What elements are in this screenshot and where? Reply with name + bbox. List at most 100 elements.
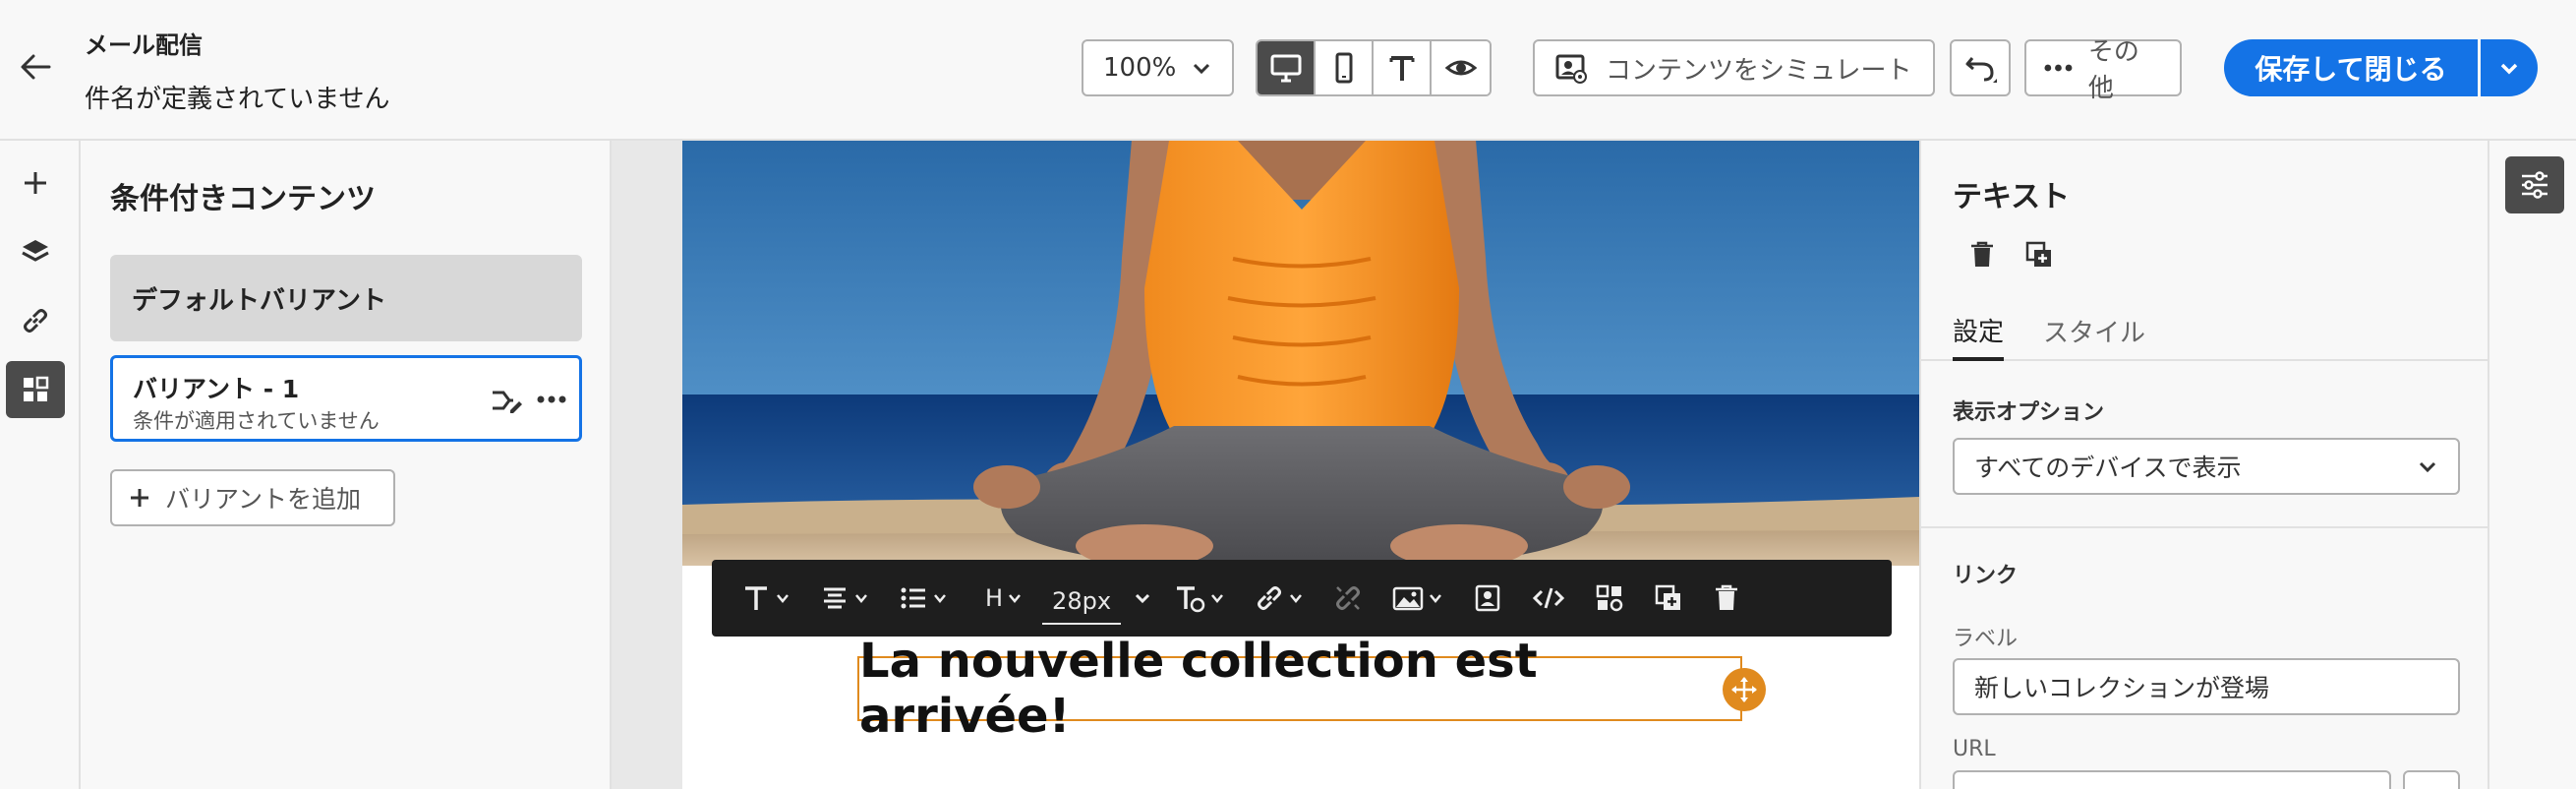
chevron-down-icon xyxy=(2419,461,2436,473)
chevron-down-icon xyxy=(1290,594,1302,603)
chevron-down-icon xyxy=(1135,593,1150,604)
tab-style[interactable]: スタイル xyxy=(2043,302,2145,359)
link-icon xyxy=(1258,586,1282,610)
fragments-icon xyxy=(24,376,49,401)
list-button[interactable] xyxy=(889,571,958,626)
simulate-content-button[interactable]: コンテンツをシミュレート xyxy=(1533,39,1935,96)
hero-image[interactable] xyxy=(682,141,1919,566)
delete-button[interactable] xyxy=(1703,571,1750,626)
font-size-select[interactable]: 28px xyxy=(1042,579,1122,625)
text-format-button[interactable] xyxy=(732,571,800,626)
move-handle[interactable] xyxy=(1723,668,1766,711)
align-center-icon xyxy=(824,587,846,609)
yoga-photo xyxy=(682,141,1919,566)
align-button[interactable] xyxy=(810,571,879,626)
arrow-left-icon xyxy=(21,54,51,80)
text-icon xyxy=(745,586,767,610)
conditional-content-panel: 条件付きコンテンツ デフォルトバリアント バリアント - 1 条件が適用されてい… xyxy=(81,141,612,789)
list-icon xyxy=(901,587,925,609)
links-button[interactable] xyxy=(6,292,65,349)
chevron-down-icon xyxy=(934,594,946,603)
fragments-button[interactable] xyxy=(6,361,65,418)
font-size-dropdown[interactable] xyxy=(1131,571,1154,626)
delete-component-button[interactable] xyxy=(1962,235,2002,274)
display-options-value: すべてのデバイスで表示 xyxy=(1974,454,2242,482)
undo-button[interactable] xyxy=(1950,39,2011,96)
panel-title: 条件付きコンテンツ xyxy=(110,182,376,216)
simulate-label: コンテンツをシミュレート xyxy=(1606,55,1912,86)
variant-condition: 条件が適用されていません xyxy=(133,409,380,433)
duplicate-icon xyxy=(1655,584,1681,610)
chevron-down-icon xyxy=(1193,63,1210,75)
add-icon xyxy=(25,172,46,194)
url-picker-button[interactable] xyxy=(2403,770,2460,789)
undo-icon xyxy=(1965,57,1997,83)
text-view-button[interactable] xyxy=(1374,41,1432,94)
personalization-button[interactable] xyxy=(1463,571,1512,626)
email-canvas: H 28px La nouvelle collection est arrivé… xyxy=(612,141,1919,789)
label-field-label: ラベル xyxy=(1953,627,2019,651)
link-label-input[interactable]: 新しいコレクションが登場 xyxy=(1953,658,2460,715)
variant-name: バリアント - 1 xyxy=(133,375,300,403)
device-preview-group xyxy=(1256,39,1492,96)
zoom-value: 100% xyxy=(1103,53,1177,83)
properties-title: テキスト xyxy=(1953,180,2071,214)
font-size-value: 28px xyxy=(1052,587,1112,615)
more-button[interactable]: その他 xyxy=(2024,37,2182,103)
save-options-button[interactable] xyxy=(2481,39,2538,96)
text-style-icon xyxy=(1177,586,1205,613)
email-subject[interactable]: 件名が定義されていません xyxy=(85,79,389,115)
mobile-view-button[interactable] xyxy=(1316,41,1374,94)
variant-item[interactable]: バリアント - 1 条件が適用されていません xyxy=(110,355,582,442)
link-button[interactable] xyxy=(1245,571,1314,626)
chevron-down-icon xyxy=(777,594,789,603)
back-button[interactable] xyxy=(14,45,57,89)
preview-button[interactable] xyxy=(1432,41,1490,94)
display-options-select[interactable]: すべてのデバイスで表示 xyxy=(1953,438,2460,495)
default-variant[interactable]: デフォルトバリアント xyxy=(110,255,582,341)
mobile-icon xyxy=(1335,52,1352,84)
zoom-select[interactable]: 100% xyxy=(1082,39,1234,96)
add-component-button[interactable] xyxy=(6,154,65,212)
html-button[interactable] xyxy=(1522,571,1575,626)
left-rail xyxy=(0,141,81,789)
url-input[interactable] xyxy=(1953,770,2391,789)
headline-text[interactable]: La nouvelle collection est arrivée! xyxy=(857,634,1742,744)
move-icon xyxy=(1731,677,1757,702)
unlink-icon xyxy=(1336,586,1361,610)
fragments-icon xyxy=(1596,584,1623,612)
layers-button[interactable] xyxy=(6,223,65,280)
chevron-down-icon xyxy=(2500,63,2518,75)
more-icon xyxy=(537,395,566,403)
unlink-button[interactable] xyxy=(1323,571,1373,626)
duplicate-button[interactable] xyxy=(1644,571,1693,626)
edit-condition-button[interactable] xyxy=(489,382,524,417)
trash-icon xyxy=(1716,584,1738,610)
app-title: メール配信 xyxy=(85,31,203,59)
conditional-content-button[interactable] xyxy=(1585,571,1634,626)
save-and-close-button[interactable]: 保存して閉じる xyxy=(2224,39,2478,96)
variant-more-button[interactable] xyxy=(534,382,569,417)
add-icon xyxy=(131,489,148,507)
duplicate-component-button[interactable] xyxy=(2020,235,2059,274)
rich-text-toolbar: H 28px xyxy=(712,560,1892,637)
chevron-down-icon xyxy=(1009,594,1022,603)
desktop-view-button[interactable] xyxy=(1258,41,1316,94)
link-icon xyxy=(24,309,47,333)
chevron-down-icon xyxy=(1211,594,1223,603)
simulate-icon xyxy=(1555,54,1587,84)
properties-panel: テキスト 設定 スタイル 表示オプション すべてのデバイスで表示 リンク ラベル… xyxy=(1919,141,2489,789)
add-variant-button[interactable]: バリアントを追加 xyxy=(110,469,395,526)
more-label: その他 xyxy=(2087,37,2139,103)
text-style-button[interactable] xyxy=(1164,571,1235,626)
heading-button[interactable]: H xyxy=(975,571,1032,626)
desktop-icon xyxy=(1270,54,1301,83)
url-field-label: URL xyxy=(1953,737,1996,761)
personalization-icon xyxy=(1475,584,1500,612)
top-header: メール配信 件名が定義されていません 100% コンテンツをシミュレート その他… xyxy=(0,0,2576,141)
properties-toggle-button[interactable] xyxy=(2505,156,2564,213)
tab-settings[interactable]: 設定 xyxy=(1953,302,2005,361)
layers-icon xyxy=(22,240,49,262)
insert-image-button[interactable] xyxy=(1382,571,1453,626)
trash-icon xyxy=(1971,241,1993,267)
